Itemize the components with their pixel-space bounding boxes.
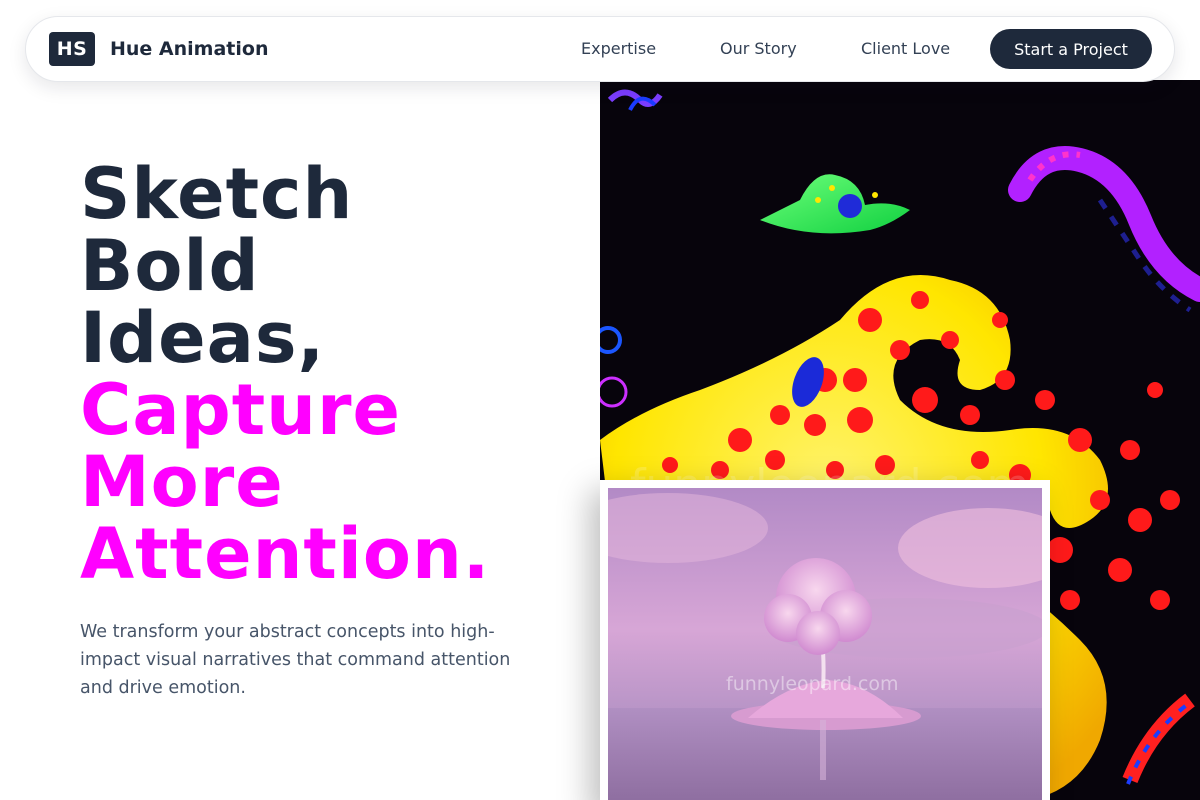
start-project-button[interactable]: Start a Project: [990, 29, 1152, 69]
featured-image-card: funnyleopard.com: [600, 480, 1050, 800]
nav-link-expertise[interactable]: Expertise: [581, 39, 656, 58]
hero-title-accent-line: Capture: [80, 369, 402, 451]
pink-tree-image: funnyleopard.com: [608, 488, 1042, 800]
hero-title-line: Ideas,: [80, 297, 326, 379]
nav-link-client-love[interactable]: Client Love: [861, 39, 950, 58]
pink-tree-illustration: funnyleopard.com: [608, 488, 1042, 800]
hero-title-line: Sketch: [80, 153, 354, 235]
card-image-watermark: funnyleopard.com: [726, 673, 899, 695]
hero-subtitle: We transform your abstract concepts into…: [80, 622, 511, 698]
brand-name[interactable]: Hue Animation: [110, 38, 268, 60]
brand[interactable]: HS Hue Animation: [49, 32, 268, 66]
nav-link-our-story[interactable]: Our Story: [720, 39, 797, 58]
hero-title-line: Bold: [80, 225, 260, 307]
hero-title-accent-line: More: [80, 441, 284, 523]
hero-title: Sketch Bold Ideas, Capture More Attentio…: [80, 158, 580, 590]
hero-title-accent-line: Attention.: [80, 513, 491, 595]
site-header: HS Hue Animation Expertise Our Story Cli…: [25, 16, 1175, 82]
logo-badge[interactable]: HS: [49, 32, 95, 66]
